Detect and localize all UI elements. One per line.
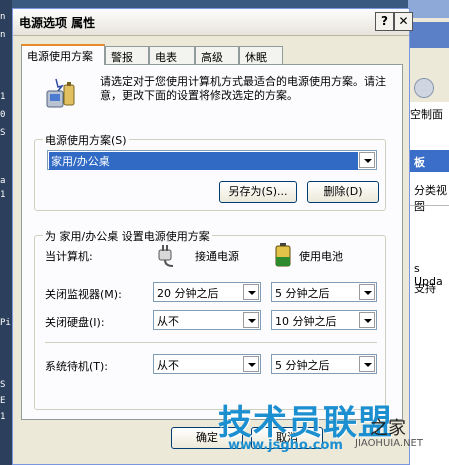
monitor-off-dc-select[interactable]: 5 分钟之后 — [271, 282, 377, 302]
monitor-off-ac-select[interactable]: 20 分钟之后 — [153, 282, 261, 302]
settings-group: 为 家用/办公桌 设置电源使用方案 当计算机: 接通电源 使用电池 关闭监视器(… — [34, 228, 386, 410]
desktop-text: 1 — [0, 92, 6, 102]
monitor-off-label: 关闭监视器(M): — [45, 288, 122, 301]
plug-icon — [158, 245, 174, 267]
desktop-text: n — [0, 12, 6, 22]
standby-dc-select[interactable]: 5 分钟之后 — [271, 354, 377, 374]
background-header-text: 板 — [414, 156, 425, 169]
scheme-select[interactable]: 家用/办公桌 — [47, 150, 377, 170]
tab-hibernate[interactable]: 休眠 — [239, 46, 283, 64]
hard-disk-off-ac-select[interactable]: 从不 — [153, 310, 261, 330]
watermark-suffix: 之家 — [370, 418, 406, 439]
background-toolbar — [408, 72, 449, 103]
select-value: 5 分钟之后 — [275, 287, 330, 300]
desktop-text: E — [0, 396, 6, 406]
divider — [45, 342, 377, 343]
background-address-bar[interactable]: 空制面板 — [408, 102, 449, 137]
desktop-text: 1 — [0, 190, 6, 200]
power-options-icon — [46, 78, 75, 108]
standby-label: 系统待机(T): — [45, 360, 109, 373]
desktop-text: n — [0, 30, 6, 40]
battery-icon — [275, 243, 291, 267]
chevron-down-icon[interactable] — [359, 284, 375, 300]
back-icon[interactable] — [414, 78, 434, 98]
save-as-button[interactable]: 另存为(S)... — [219, 181, 297, 203]
select-value: 5 分钟之后 — [275, 359, 330, 372]
desktop-text: a — [0, 176, 6, 186]
standby-ac-select[interactable]: 从不 — [153, 354, 261, 374]
background-link[interactable]: 分类视图 — [414, 182, 449, 214]
watermark-suffix-url: JIAOHUIA.NET — [355, 438, 423, 449]
watermark-logo: 技术员联盟 — [218, 403, 393, 443]
chevron-down-icon[interactable] — [359, 152, 375, 168]
intro-text: 请选定对于您使用计算机方式最适合的电源使用方案。请注意，更改下面的设置将修改选定… — [100, 75, 386, 102]
select-value: 从不 — [157, 315, 179, 328]
dialog-title: 电源选项 属性 — [19, 16, 96, 30]
tab-power-schemes[interactable]: 电源使用方案 — [21, 44, 105, 65]
tab-advanced[interactable]: 高级 — [195, 46, 239, 64]
watermark-url: www.jsgho.com — [228, 438, 343, 453]
on-battery-label: 使用电池 — [299, 250, 343, 263]
settings-group-label: 为 家用/办公桌 设置电源使用方案 — [43, 228, 212, 244]
background-menubar — [408, 22, 449, 48]
select-value: 10 分钟之后 — [275, 315, 337, 328]
chevron-down-icon[interactable] — [359, 356, 375, 372]
chevron-down-icon[interactable] — [243, 356, 259, 372]
tab-power-meter[interactable]: 电表 — [149, 46, 195, 64]
scheme-group: 电源使用方案(S) 家用/办公桌 另存为(S)... 删除(D) — [34, 132, 386, 211]
chevron-down-icon[interactable] — [359, 312, 375, 328]
when-computer-label: 当计算机: — [45, 250, 93, 263]
desktop-text: S — [0, 128, 6, 138]
select-value: 20 分钟之后 — [157, 287, 219, 300]
tab-panel: 请选定对于您使用计算机方式最适合的电源使用方案。请注意，更改下面的设置将修改选定… — [21, 64, 403, 420]
delete-button[interactable]: 删除(D) — [307, 181, 379, 203]
scheme-group-label: 电源使用方案(S) — [43, 132, 129, 148]
desktop-text: 1 — [0, 412, 6, 422]
tab-alarms[interactable]: 警报 — [105, 46, 149, 64]
background-titlebar — [408, 0, 449, 18]
help-button[interactable]: ? — [375, 12, 394, 31]
hard-disk-off-dc-select[interactable]: 10 分钟之后 — [271, 310, 377, 330]
scheme-select-value: 家用/办公桌 — [49, 152, 358, 170]
chevron-down-icon[interactable] — [243, 312, 259, 328]
chevron-down-icon[interactable] — [243, 284, 259, 300]
background-link[interactable]: 支持 — [414, 280, 436, 296]
background-window: 空制面板 板 分类视图 s Upda 支持 — [408, 0, 449, 465]
desktop-strip: n n 1 0 S a 1 Pi S E 1 — [0, 0, 12, 465]
select-value: 从不 — [157, 359, 179, 372]
dialog-titlebar[interactable]: 电源选项 属性 ? ✕ — [13, 9, 413, 36]
desktop-text: Pi — [0, 318, 11, 328]
hard-disk-off-label: 关闭硬盘(I): — [45, 316, 105, 329]
background-header: 板 — [408, 150, 449, 172]
desktop-text: S — [0, 380, 6, 390]
plugged-in-label: 接通电源 — [195, 250, 239, 263]
close-button[interactable]: ✕ — [394, 12, 413, 31]
divider — [408, 205, 449, 206]
desktop-text: 0 — [0, 110, 6, 120]
